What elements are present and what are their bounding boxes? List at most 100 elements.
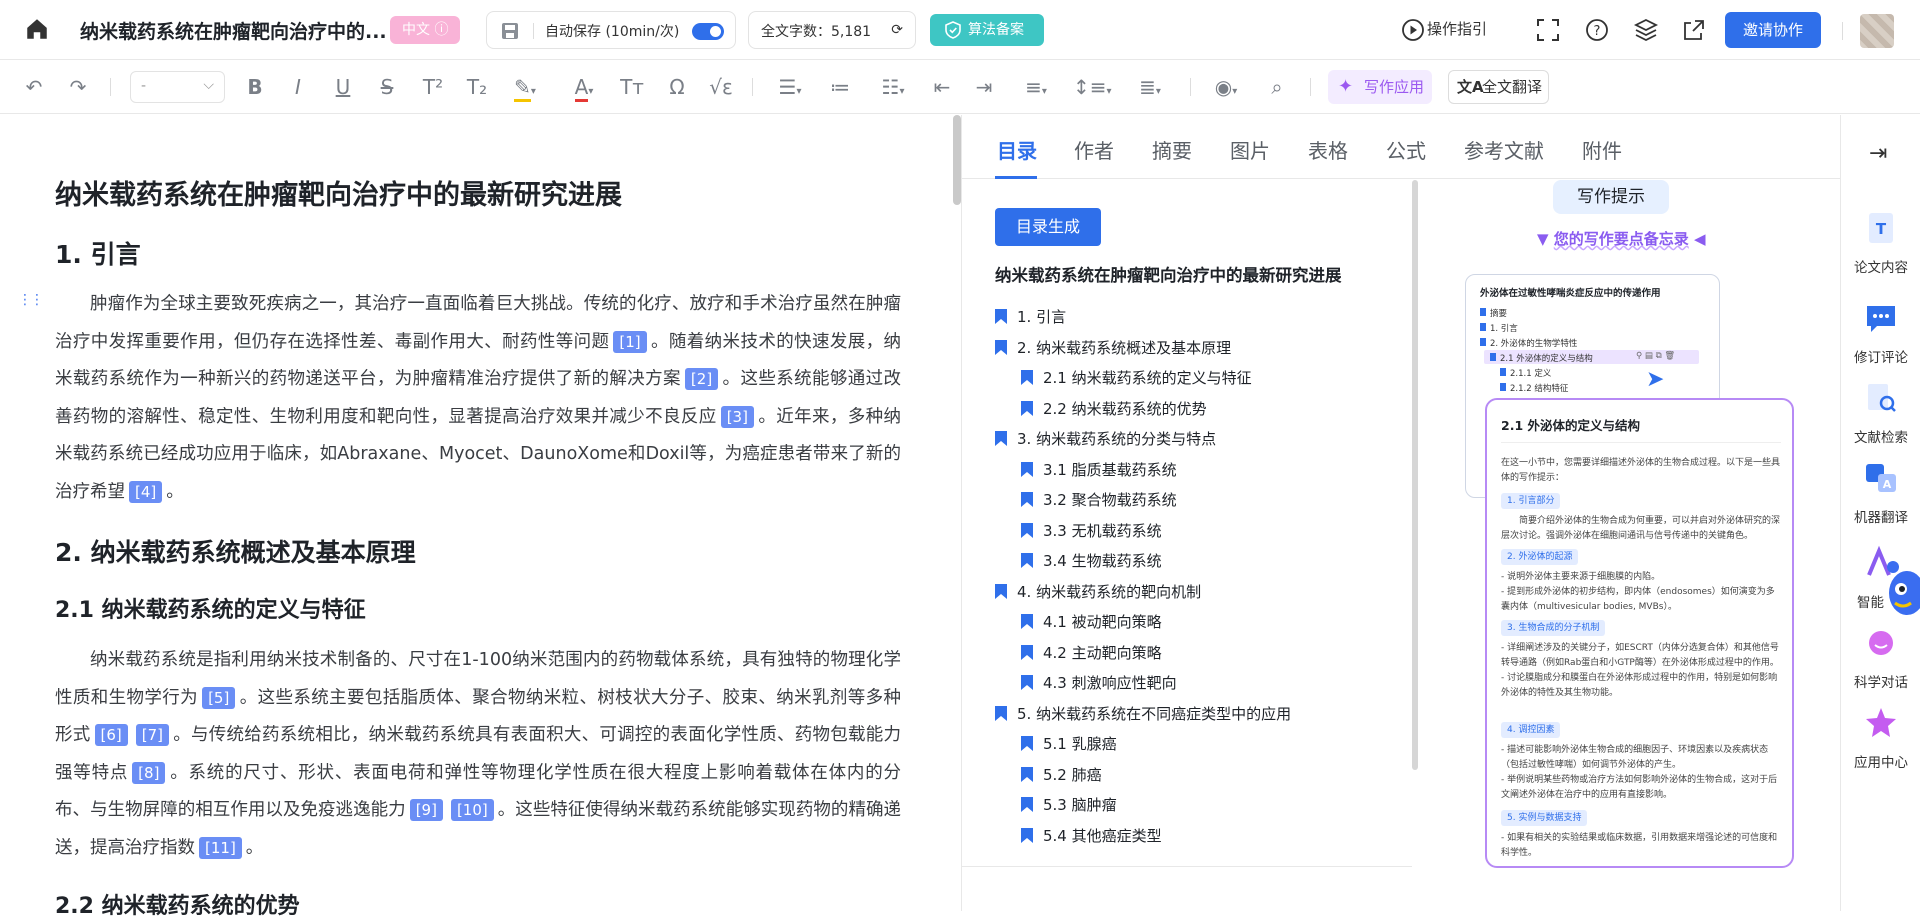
document-heading[interactable]: 纳米载药系统在肿瘤靶向治疗中的最新研究进展 xyxy=(55,173,622,212)
heading-section-2-1[interactable]: 2.1 纳米载药系统的定义与特征 xyxy=(55,592,366,624)
refresh-icon[interactable]: ⟳ xyxy=(891,22,903,38)
toc-item[interactable]: 5.2 肺癌 xyxy=(1021,764,1102,785)
redo-icon[interactable]: ↷ xyxy=(66,74,90,100)
toc-item-label: 3.2 聚合物载药系统 xyxy=(1043,491,1177,509)
clear-format-icon[interactable]: Tт xyxy=(620,74,644,100)
bookmark-icon xyxy=(1021,461,1033,477)
toc-scrollbar[interactable] xyxy=(1412,180,1418,770)
subscript-icon[interactable]: T₂ xyxy=(464,74,490,100)
italic-icon[interactable]: I xyxy=(288,74,308,100)
sidebar-item-literature-search[interactable]: 文献检索 xyxy=(1841,380,1920,446)
toc-item[interactable]: 4. 纳米载药系统的靶向机制 xyxy=(995,581,1201,602)
editor-scrollbar[interactable] xyxy=(953,115,961,205)
tab-abstract[interactable]: 摘要 xyxy=(1152,135,1192,164)
heading-section-2-2[interactable]: 2.2 纳米载药系统的优势 xyxy=(55,888,300,920)
citation-tag[interactable]: [9] xyxy=(409,799,443,821)
invite-collaborate-button[interactable]: 邀请协作 xyxy=(1725,12,1821,48)
formula-icon[interactable]: √ε xyxy=(708,74,734,100)
citation-tag[interactable]: [1] xyxy=(613,330,647,353)
citation-tag[interactable]: [11] xyxy=(199,836,242,859)
align-icon[interactable]: ≡▾ xyxy=(1018,74,1054,100)
citation-tag[interactable]: [5] xyxy=(202,686,236,709)
play-circle-icon[interactable] xyxy=(1400,17,1426,43)
citation-tag[interactable]: [7] xyxy=(135,724,170,746)
tab-formulas[interactable]: 公式 xyxy=(1386,135,1426,164)
multilevel-list-icon[interactable]: ☷▾ xyxy=(874,74,912,100)
superscript-icon[interactable]: T² xyxy=(421,74,445,100)
drag-handle-icon[interactable]: ⋮⋮ xyxy=(18,292,44,308)
toc-item[interactable]: 2.1 纳米载药系统的定义与特征 xyxy=(1021,367,1252,388)
citation-tag[interactable]: [2] xyxy=(684,368,719,390)
document-title[interactable]: 纳米载药系统在肿瘤靶向治疗中的... xyxy=(80,17,387,44)
toc-item[interactable]: 5. 纳米载药系统在不同癌症类型中的应用 xyxy=(995,703,1291,724)
citation-tag[interactable]: [10] xyxy=(450,799,494,821)
fullscreen-icon[interactable] xyxy=(1535,17,1561,43)
indent-icon[interactable]: ⇥ xyxy=(972,74,996,100)
full-translate-button[interactable]: 文A 全文翻译 xyxy=(1448,70,1549,104)
tab-references[interactable]: 参考文献 xyxy=(1464,135,1544,164)
toc-item[interactable]: 4.2 主动靶向策略 xyxy=(1021,642,1162,663)
toc-item[interactable]: 4.1 被动靶向策略 xyxy=(1021,611,1162,632)
paragraph-spacing-icon[interactable]: ≣▾ xyxy=(1130,74,1170,100)
theme-icon[interactable]: ◉▾ xyxy=(1206,74,1246,100)
tab-figures[interactable]: 图片 xyxy=(1230,135,1270,164)
tab-tables[interactable]: 表格 xyxy=(1308,135,1348,164)
heading-introduction[interactable]: 1. 引言 xyxy=(55,235,141,271)
writing-apps-button[interactable]: ✦ 写作应用 xyxy=(1328,70,1432,104)
autosave-toggle[interactable] xyxy=(692,23,724,40)
outdent-icon[interactable]: ⇤ xyxy=(930,74,954,100)
tab-attachments[interactable]: 附件 xyxy=(1582,135,1622,164)
bold-icon[interactable]: B xyxy=(245,74,265,100)
undo-icon[interactable]: ↶ xyxy=(22,74,46,100)
toc-item[interactable]: 5.4 其他癌症类型 xyxy=(1021,825,1162,846)
operation-guide[interactable]: 操作指引 xyxy=(1427,18,1487,39)
help-icon[interactable]: ? xyxy=(1584,17,1610,43)
heading-section-2[interactable]: 2. 纳米载药系统概述及基本原理 xyxy=(55,533,416,569)
numbered-list-icon[interactable]: ≔ xyxy=(828,74,852,100)
home-icon[interactable] xyxy=(24,16,50,42)
language-badge[interactable]: 中文 ⓘ xyxy=(390,16,461,44)
underline-icon[interactable]: U xyxy=(332,74,354,100)
sidebar-item-app-center[interactable]: 应用中心 xyxy=(1841,705,1920,771)
paragraph-definition[interactable]: 纳米载药系统是指利用纳米技术制备的、尺寸在1-100纳米范围内的药物载体系统，具… xyxy=(55,642,901,867)
share-icon[interactable] xyxy=(1681,17,1707,43)
toc-item[interactable]: 3.1 脂质基载药系统 xyxy=(1021,459,1177,480)
sidebar-item-science-chat[interactable]: 科学对话 xyxy=(1841,625,1920,691)
layers-icon[interactable] xyxy=(1633,17,1659,43)
collapse-panel-icon[interactable]: ⇥ xyxy=(1869,141,1887,166)
avatar[interactable] xyxy=(1860,14,1894,48)
sidebar-item-paper-content[interactable]: T 论文内容 xyxy=(1841,210,1920,276)
citation-tag[interactable]: [3] xyxy=(720,405,754,428)
toc-item[interactable]: 4.3 刺激响应性靶向 xyxy=(1021,672,1177,693)
font-size-select[interactable]: - ⌵ xyxy=(130,71,225,103)
toc-item[interactable]: 3. 纳米载药系统的分类与特点 xyxy=(995,428,1216,449)
strikethrough-icon[interactable]: S xyxy=(376,74,398,100)
bullet-list-icon[interactable]: ☰▾ xyxy=(772,74,808,100)
tab-authors[interactable]: 作者 xyxy=(1074,135,1114,164)
special-character-icon[interactable]: Ω xyxy=(665,74,689,100)
toc-item[interactable]: 1. 引言 xyxy=(995,306,1066,327)
toc-item[interactable]: 5.1 乳腺癌 xyxy=(1021,733,1117,754)
citation-tag[interactable]: [4] xyxy=(129,480,163,503)
citation-tag[interactable]: [8] xyxy=(132,761,166,784)
paragraph-introduction[interactable]: 肿瘤作为全球主要致死疾病之一，其治疗一直面临着巨大挑战。传统的化疗、放疗和手术治… xyxy=(55,286,901,511)
generate-toc-button[interactable]: 目录生成 xyxy=(995,208,1101,246)
tab-toc[interactable]: 目录 xyxy=(997,135,1037,164)
toc-item[interactable]: 5.3 脑肿瘤 xyxy=(1021,794,1117,815)
toc-item[interactable]: 2.2 纳米载药系统的优势 xyxy=(1021,398,1207,419)
panel-divider[interactable] xyxy=(961,115,962,911)
toc-item[interactable]: 3.3 无机载药系统 xyxy=(1021,520,1162,541)
toc-item[interactable]: 3.4 生物载药系统 xyxy=(1021,550,1162,571)
highlight-color-icon[interactable]: ✎▾ xyxy=(508,74,542,102)
sidebar-item-machine-translation[interactable]: A 机器翻译 xyxy=(1841,460,1920,526)
search-icon[interactable]: ⌕ xyxy=(1264,74,1290,100)
citation-tag[interactable]: [6] xyxy=(94,724,128,746)
assistant-mascot-icon[interactable] xyxy=(1881,553,1920,633)
line-spacing-icon[interactable]: ↕≡▾ xyxy=(1073,74,1112,100)
toc-item[interactable]: 3.2 聚合物载药系统 xyxy=(1021,489,1177,510)
algorithm-filing-button[interactable]: 算法备案 xyxy=(930,14,1044,46)
font-color-icon[interactable]: A▾ xyxy=(567,74,601,102)
save-icon[interactable] xyxy=(501,22,519,40)
toc-item[interactable]: 2. 纳米载药系统概述及基本原理 xyxy=(995,337,1231,358)
sidebar-item-comments[interactable]: 修订评论 xyxy=(1841,300,1920,366)
